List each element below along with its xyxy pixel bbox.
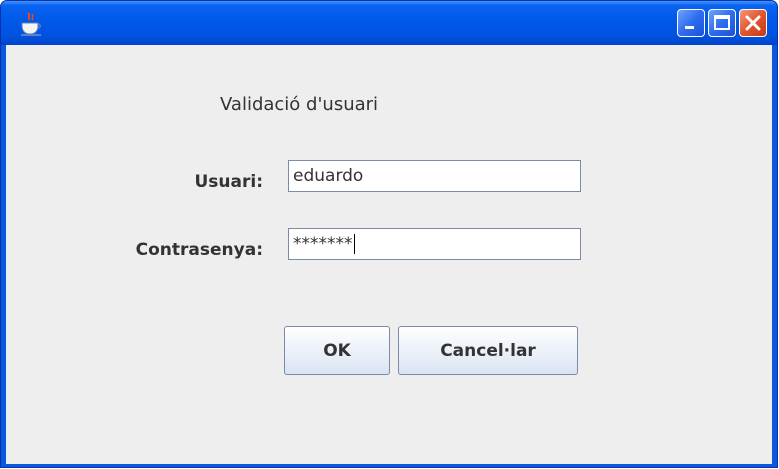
cancel-button[interactable]: Cancel·lar xyxy=(398,326,578,375)
maximize-button[interactable] xyxy=(708,9,736,37)
minimize-button[interactable] xyxy=(677,9,705,37)
minimize-icon xyxy=(685,26,694,29)
close-button[interactable] xyxy=(739,9,767,37)
maximize-icon xyxy=(714,15,730,30)
username-label: Usuari: xyxy=(194,172,263,192)
dialog-heading: Validació d'usuari xyxy=(220,94,379,115)
java-coffee-cup-icon xyxy=(19,11,43,37)
username-value: eduardo xyxy=(293,166,364,186)
ok-button[interactable]: OK xyxy=(284,326,390,375)
password-label: Contrasenya: xyxy=(135,240,263,260)
title-bar[interactable] xyxy=(1,1,777,45)
close-icon xyxy=(745,15,761,31)
password-input[interactable]: ******* xyxy=(288,228,581,260)
password-value: ******* xyxy=(293,234,353,254)
username-input[interactable]: eduardo xyxy=(288,160,581,192)
text-caret xyxy=(353,234,355,254)
